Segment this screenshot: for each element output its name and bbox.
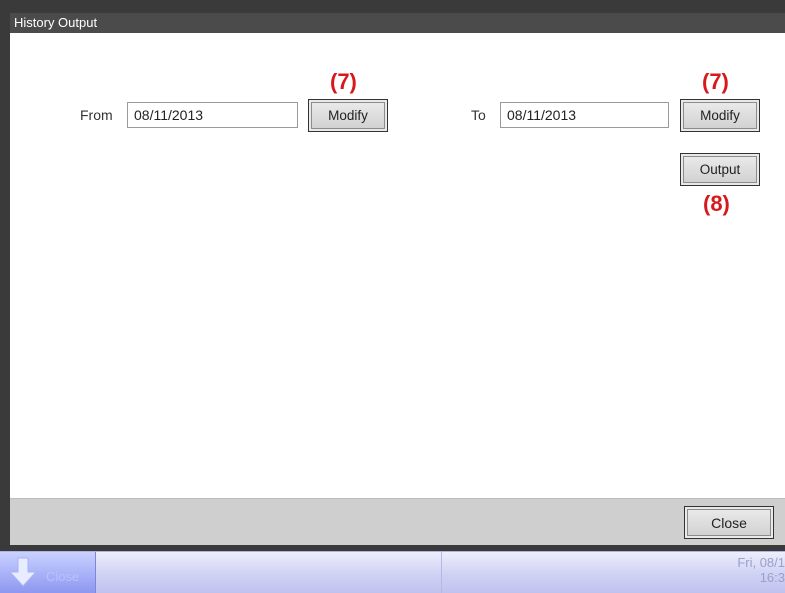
taskbar-divider [441,552,442,593]
taskbar-close-button[interactable]: Close [0,552,96,593]
history-output-window: History Output From 08/11/2013 Modify (7… [0,0,785,551]
down-arrow-icon [8,557,38,592]
taskbar-close-label: Close [46,569,80,584]
taskbar-time: 16:3 [759,570,785,585]
window-footer: Close [10,498,785,545]
to-label: To [471,107,486,123]
taskbar-date: Fri, 08/1 [737,555,785,570]
close-button[interactable]: Close [684,506,774,539]
annotation-7-from: (7) [330,69,357,94]
content-area: From 08/11/2013 Modify (7) To 08/11/2013… [10,33,785,498]
taskbar: Close Fri, 08/1 16:3 [0,551,785,593]
annotation-8-output: (8) [703,191,730,216]
from-label: From [80,107,113,123]
from-modify-button[interactable]: Modify [308,99,388,132]
output-button[interactable]: Output [680,153,760,186]
to-date-field[interactable]: 08/11/2013 [500,102,669,128]
annotation-7-to: (7) [702,69,729,94]
taskbar-datetime: Fri, 08/1 16:3 [737,555,785,585]
to-modify-button[interactable]: Modify [680,99,760,132]
window-title: History Output [10,13,785,33]
from-date-field[interactable]: 08/11/2013 [127,102,298,128]
